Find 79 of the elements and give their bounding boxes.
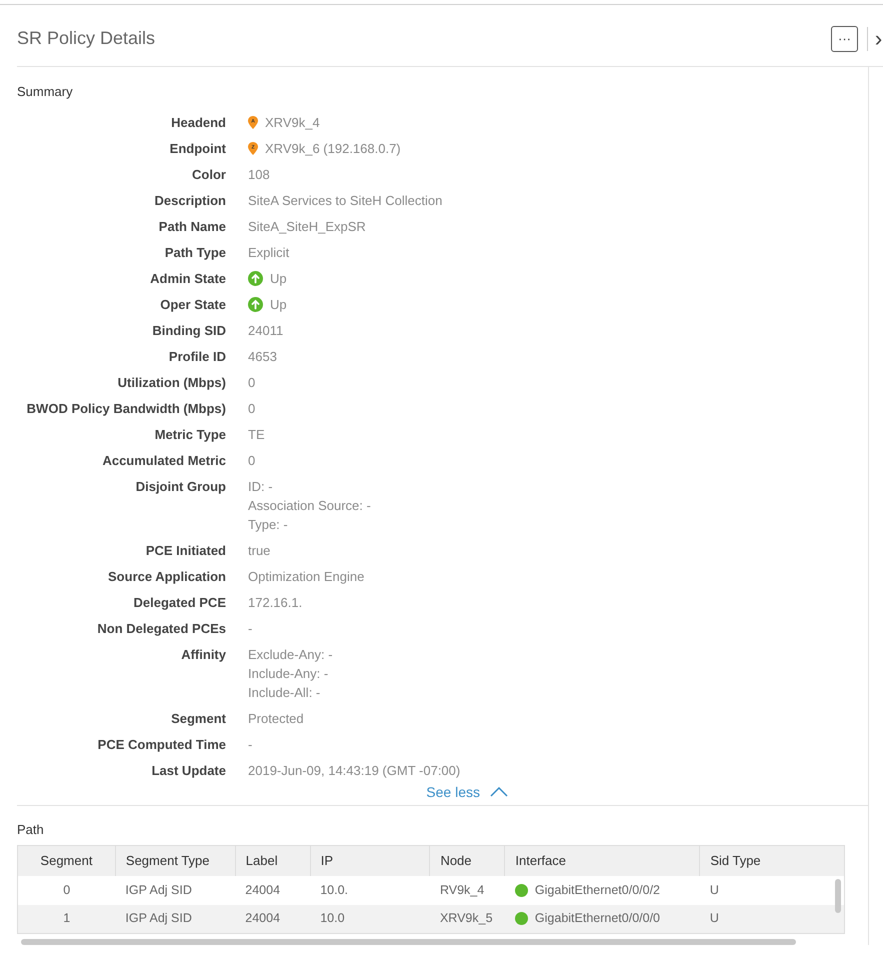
field-value: 24011 [248, 322, 284, 340]
field-value: SiteA Services to SiteH Collection [248, 192, 442, 210]
field-label: Oper State [159, 296, 227, 314]
table-cell: 0 [63, 882, 70, 897]
field-value: 0 [248, 374, 256, 392]
horizontal-scrollbar[interactable] [21, 939, 796, 945]
section-heading: Summary [17, 83, 74, 101]
field-value: Protected [248, 710, 304, 728]
field-label: PCE Initiated [144, 542, 227, 560]
field-label: Path Name [158, 218, 227, 236]
column-header: Node [430, 846, 505, 876]
field-value: 172.16.1. [248, 594, 302, 612]
vertical-scrollbar[interactable] [835, 879, 841, 913]
field-value: 0 [248, 452, 256, 470]
table-cell: 24004 [245, 882, 280, 897]
field-label: Profile ID [168, 348, 227, 366]
table-cell: IGP Adj SID [125, 911, 192, 926]
table-cell: XRV9k_5 [440, 911, 493, 926]
field-value: 0 [248, 400, 256, 418]
field-label: Delegated PCE [132, 594, 227, 612]
field-label: Utilization (Mbps) [116, 374, 227, 392]
field-value: 2019-Jun-09, 14:43:19 (GMT -07:00) [248, 762, 460, 780]
field-label: Last Update [150, 762, 227, 780]
column-header: Segment Type [115, 846, 236, 876]
field-value: 4653 [248, 348, 277, 366]
field-value: Exclude-Any: - [248, 646, 333, 664]
field-label: Description [153, 192, 227, 210]
field-value: Include-Any: - [248, 665, 330, 683]
field-value: - [248, 736, 252, 754]
field-value: Type: - [248, 516, 289, 534]
field-value: SiteA_SiteH_ExpSR [248, 218, 366, 236]
field-label: Non Delegated PCEs [96, 620, 227, 638]
table-cell: 1 [63, 911, 70, 926]
field-value: XRV9k_6 (192.168.0.7) [265, 140, 401, 158]
field-label: Segment [170, 710, 227, 728]
field-label: Affinity [180, 646, 227, 664]
field-value: Up [270, 296, 287, 314]
table-cell: RV9k_4 [440, 882, 484, 897]
field-label: Color [191, 166, 227, 184]
field-label: Path Type [164, 244, 227, 262]
field-value: true [248, 542, 270, 560]
field-label: BWOD Policy Bandwidth (Mbps) [26, 400, 227, 418]
field-value: Include-All: - [248, 684, 322, 702]
field-label: Accumulated Metric [101, 452, 227, 470]
column-header: Sid Type [700, 846, 844, 876]
see-less-link[interactable]: See less [426, 782, 508, 802]
column-header: Label [235, 846, 310, 876]
table-cell: U [710, 882, 719, 897]
field-value: XRV9k_4 [265, 114, 320, 132]
panel-title: SR Policy Details [17, 27, 156, 50]
field-value: Up [270, 270, 287, 288]
section-heading: Path [17, 820, 45, 838]
field-label: Admin State [149, 270, 227, 288]
field-value: ID: - [248, 478, 274, 496]
table-cell-text: GigabitEthernet0/0/0/0 [534, 910, 660, 928]
field-value: 108 [248, 166, 270, 184]
field-label: Metric Type [154, 426, 227, 444]
field-label: Disjoint Group [134, 478, 227, 496]
column-header: Segment [18, 846, 116, 876]
table-cell: 10.0. [320, 882, 348, 897]
field-value: - [248, 620, 252, 638]
column-header: IP [310, 846, 430, 876]
chevron-button[interactable]: › [874, 28, 883, 50]
field-label: Binding SID [151, 322, 227, 340]
field-label: Endpoint [168, 140, 227, 158]
column-header: Interface [504, 846, 700, 876]
field-label: Headend [170, 114, 227, 132]
field-value: Explicit [248, 244, 290, 262]
table-cell-text: GigabitEthernet0/0/0/2 [534, 882, 660, 899]
table-cell: 10.0 [320, 911, 345, 926]
table-cell: 24004 [245, 911, 280, 926]
table-cell: U [710, 911, 719, 926]
field-label: PCE Computed Time [96, 736, 227, 754]
field-value: Association Source: - [248, 497, 371, 515]
field-value: TE [248, 426, 265, 444]
table-cell: IGP Adj SID [125, 882, 192, 897]
field-label: Source Application [107, 568, 227, 586]
more-button[interactable]: ··· [831, 26, 858, 52]
field-value: Optimization Engine [248, 568, 364, 586]
